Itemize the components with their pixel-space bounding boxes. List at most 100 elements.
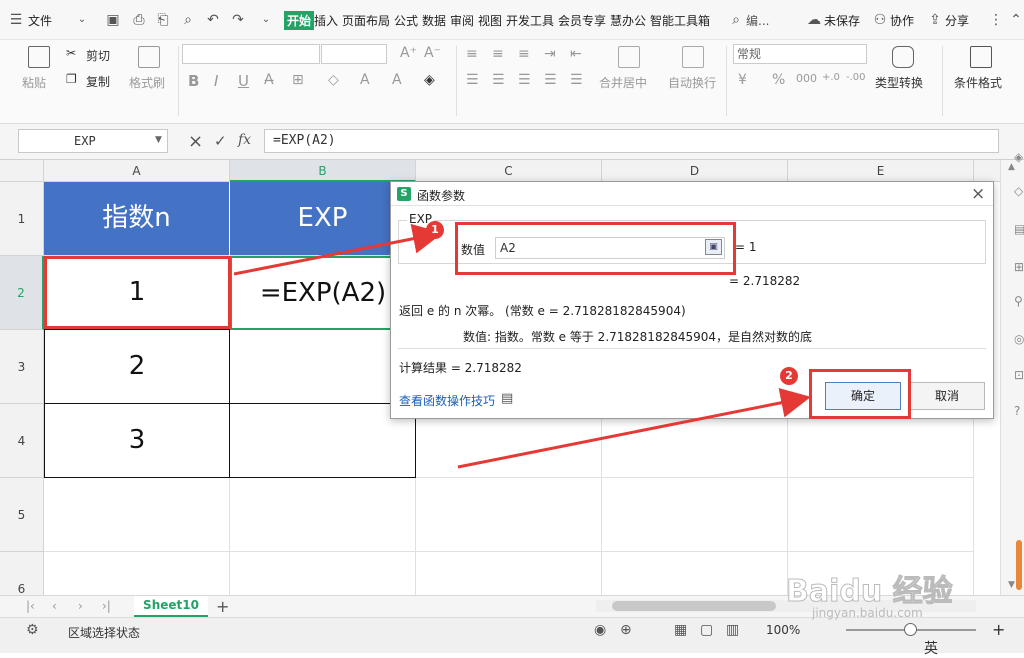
- wrap-text-icon[interactable]: [682, 46, 704, 68]
- side-help-icon[interactable]: ?: [1014, 404, 1020, 418]
- align-middle-icon[interactable]: ≡: [492, 46, 504, 62]
- row-header-6[interactable]: 6: [0, 552, 44, 595]
- cell-a6[interactable]: [44, 552, 230, 595]
- chevron-down-icon[interactable]: ▼: [155, 135, 162, 145]
- print-preview-icon[interactable]: ⌕: [180, 12, 196, 28]
- eye-protect-icon[interactable]: ◉: [594, 622, 606, 638]
- format-painter-icon[interactable]: [138, 46, 160, 68]
- clear-format-icon[interactable]: ◈: [424, 72, 435, 88]
- scroll-down-icon[interactable]: ▼: [1008, 580, 1015, 590]
- tab-page-layout[interactable]: 页面布局: [342, 12, 390, 29]
- font-size-select[interactable]: [321, 44, 387, 64]
- tab-smart-office[interactable]: 慧办公: [610, 12, 646, 29]
- column-header-f[interactable]: [974, 160, 1000, 182]
- currency-button[interactable]: ¥: [738, 72, 747, 88]
- cell-a3[interactable]: 2: [44, 330, 230, 404]
- column-header-d[interactable]: D: [602, 160, 788, 182]
- macro-record-icon[interactable]: ⚙: [26, 622, 39, 638]
- italic-button[interactable]: I: [214, 72, 218, 90]
- tab-developer[interactable]: 开发工具: [506, 12, 554, 29]
- function-tips-link[interactable]: 查看函数操作技巧: [399, 392, 495, 409]
- side-filter-icon[interactable]: ⚲: [1014, 294, 1023, 308]
- wrap-text-button[interactable]: 自动换行: [668, 74, 716, 91]
- cell-d5[interactable]: [602, 478, 788, 552]
- conditional-format-icon[interactable]: [970, 46, 992, 68]
- increase-decimal-icon[interactable]: +.0: [822, 72, 840, 83]
- tab-view[interactable]: 视图: [478, 12, 502, 29]
- print-icon[interactable]: ⎗: [155, 12, 171, 28]
- dialog-close-button[interactable]: ×: [971, 184, 985, 204]
- cell-b2[interactable]: =EXP(A2): [230, 256, 416, 330]
- align-right-icon[interactable]: ☰: [518, 72, 531, 88]
- confirm-formula-icon[interactable]: ✓: [214, 132, 227, 150]
- text-effect-icon[interactable]: A: [392, 72, 402, 88]
- cell-b1[interactable]: EXP: [230, 182, 416, 256]
- justify-icon[interactable]: ☰: [544, 72, 557, 88]
- type-convert-button[interactable]: 类型转换: [875, 74, 923, 91]
- name-box[interactable]: EXP: [18, 129, 168, 153]
- align-top-icon[interactable]: ≡: [466, 46, 478, 62]
- distributed-icon[interactable]: ☰: [570, 72, 583, 88]
- cell-b4[interactable]: [230, 404, 416, 478]
- collapse-ribbon-icon[interactable]: ⌃: [1008, 12, 1024, 28]
- select-all-corner[interactable]: [0, 160, 44, 182]
- tab-insert[interactable]: 插入: [314, 12, 338, 29]
- format-painter-button[interactable]: 格式刷: [129, 74, 165, 91]
- cancel-button[interactable]: 取消: [909, 382, 985, 410]
- add-sheet-button[interactable]: +: [216, 597, 229, 616]
- align-bottom-icon[interactable]: ≡: [518, 46, 530, 62]
- prev-sheet-icon[interactable]: ‹: [52, 599, 57, 613]
- video-icon[interactable]: ▤: [501, 391, 513, 406]
- font-shrink-icon[interactable]: A⁻: [424, 45, 441, 61]
- collaborate-button[interactable]: 协作: [890, 12, 914, 29]
- cut-button[interactable]: 剪切: [86, 47, 110, 64]
- page-break-view-icon[interactable]: ▥: [726, 622, 739, 638]
- undo-icon[interactable]: ↶: [205, 12, 221, 28]
- zoom-level[interactable]: 100%: [766, 623, 800, 637]
- cell-c6[interactable]: [416, 552, 602, 595]
- paste-button[interactable]: 粘贴: [22, 74, 46, 91]
- font-name-select[interactable]: [182, 44, 320, 64]
- thousands-icon[interactable]: 000: [796, 72, 817, 85]
- insert-function-icon[interactable]: fx: [238, 132, 251, 148]
- cell-d6[interactable]: [602, 552, 788, 595]
- sheet-tab-active[interactable]: Sheet10: [134, 596, 208, 617]
- decrease-decimal-icon[interactable]: -.00: [846, 72, 866, 83]
- column-header-e[interactable]: E: [788, 160, 974, 182]
- horizontal-scroll-thumb[interactable]: [612, 601, 776, 611]
- align-left-icon[interactable]: ☰: [466, 72, 479, 88]
- first-sheet-icon[interactable]: |‹: [26, 599, 35, 613]
- percent-button[interactable]: %: [772, 72, 785, 88]
- cut-icon[interactable]: ✂: [66, 46, 76, 60]
- side-history-icon[interactable]: ⊡: [1014, 368, 1024, 382]
- tab-data[interactable]: 数据: [422, 12, 446, 29]
- tab-member[interactable]: 会员专享: [558, 12, 606, 29]
- ime-lang[interactable]: 英: [924, 638, 938, 658]
- border-icon[interactable]: ⊞: [292, 72, 304, 88]
- row-header-2[interactable]: 2: [0, 256, 44, 330]
- cell-c5[interactable]: [416, 478, 602, 552]
- row-header-4[interactable]: 4: [0, 404, 44, 478]
- cell-a5[interactable]: [44, 478, 230, 552]
- hamburger-icon[interactable]: ☰: [8, 12, 24, 28]
- cell-e5[interactable]: [788, 478, 974, 552]
- side-properties-icon[interactable]: ▤: [1014, 222, 1024, 236]
- tab-review[interactable]: 审阅: [450, 12, 474, 29]
- font-grow-icon[interactable]: A⁺: [400, 45, 417, 61]
- tab-formulas[interactable]: 公式: [394, 12, 418, 29]
- fill-color-icon[interactable]: ◇: [328, 72, 339, 88]
- scroll-thumb[interactable]: [1016, 540, 1022, 590]
- cell-b3[interactable]: [230, 330, 416, 404]
- number-format-select[interactable]: 常规: [733, 44, 867, 64]
- type-convert-icon[interactable]: [892, 46, 914, 68]
- column-header-b[interactable]: B: [230, 160, 416, 182]
- file-menu[interactable]: 文件: [28, 12, 52, 29]
- column-header-a[interactable]: A: [44, 160, 230, 182]
- side-backup-icon[interactable]: ◎: [1014, 332, 1024, 346]
- row-header-3[interactable]: 3: [0, 330, 44, 404]
- zoom-slider-thumb[interactable]: [904, 623, 917, 636]
- font-color-icon[interactable]: A: [360, 72, 370, 88]
- merge-center-icon[interactable]: [618, 46, 640, 68]
- bold-button[interactable]: B: [188, 72, 199, 90]
- row-header-1[interactable]: 1: [0, 182, 44, 256]
